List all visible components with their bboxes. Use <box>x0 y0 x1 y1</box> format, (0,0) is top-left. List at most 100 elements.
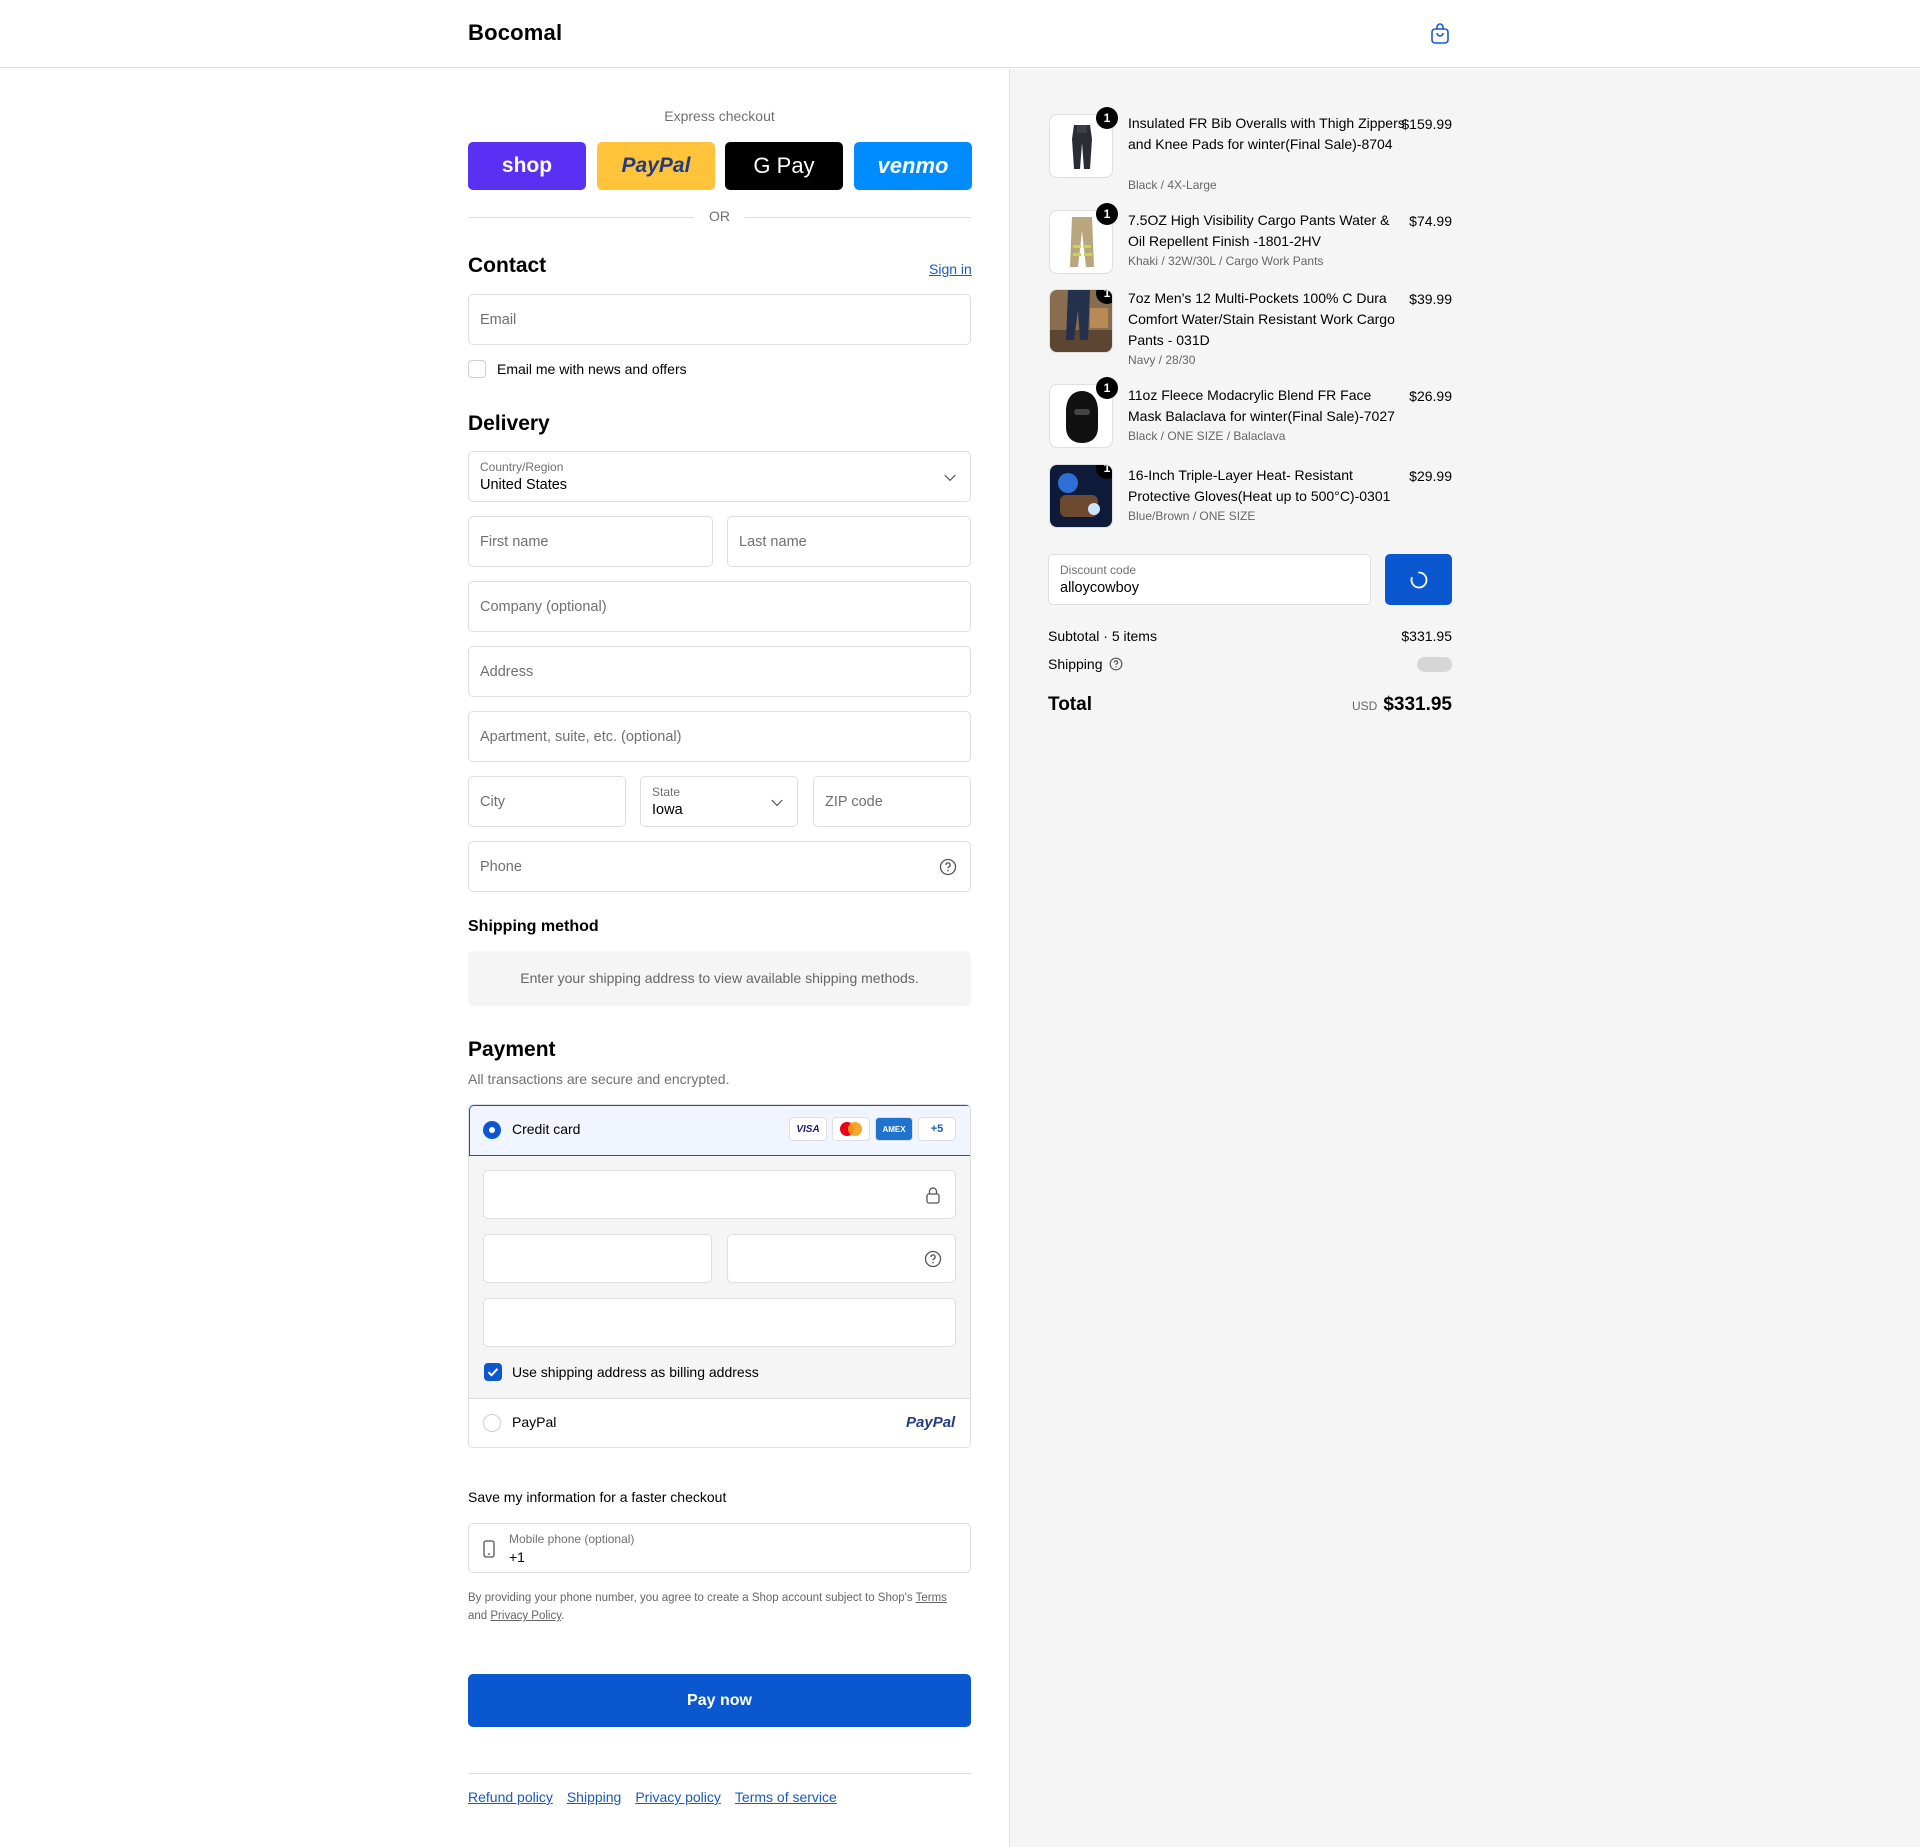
city-input[interactable]: City <box>468 776 626 827</box>
item-title: 7.5OZ High Visibility Cargo Pants Water … <box>1128 212 1390 249</box>
refund-policy-link[interactable]: Refund policy <box>468 1789 553 1805</box>
shop-disclaimer: By providing your phone number, you agre… <box>468 1589 971 1625</box>
country-value: United States <box>480 477 568 493</box>
phone-input[interactable]: Phone <box>468 841 971 892</box>
shopping-bag-icon[interactable] <box>1428 22 1452 46</box>
apartment-input[interactable]: Apartment, suite, etc. (optional) <box>468 711 971 762</box>
product-thumbnail: 1 <box>1049 464 1113 528</box>
quantity-badge: 1 <box>1096 203 1118 225</box>
pay-now-button[interactable]: Pay now <box>468 1674 971 1727</box>
address-input[interactable]: Address <box>468 646 971 697</box>
apartment-placeholder: Apartment, suite, etc. (optional) <box>480 728 682 745</box>
first-name-placeholder: First name <box>480 533 549 550</box>
disclaimer-and: and <box>468 1610 491 1622</box>
paypal-express-label: PayPal <box>621 154 691 177</box>
delivery-heading: Delivery <box>468 412 550 435</box>
item-price: $74.99 <box>1409 213 1452 229</box>
product-thumbnail: 1 <box>1049 203 1118 274</box>
item-price: $26.99 <box>1409 388 1452 404</box>
address-placeholder: Address <box>480 663 534 680</box>
news-checkbox-label: Email me with news and offers <box>497 361 687 377</box>
help-circle-icon[interactable] <box>924 1250 942 1268</box>
checkmark-icon <box>487 1368 499 1377</box>
zip-input[interactable]: ZIP code <box>813 776 971 827</box>
save-info-heading: Save my information for a faster checkou… <box>468 1489 727 1505</box>
shop-pay-button[interactable]: shop <box>468 142 586 190</box>
card-number-field[interactable] <box>483 1170 956 1219</box>
card-name-field[interactable] <box>483 1298 956 1347</box>
venmo-button[interactable]: venmo <box>854 142 972 190</box>
total-amount: USD $331.95 <box>1352 694 1452 716</box>
discount-code-input[interactable]: Discount code alloycowboy <box>1048 554 1371 605</box>
card-cvv-field[interactable] <box>727 1234 956 1283</box>
company-input[interactable]: Company (optional) <box>468 581 971 632</box>
privacy-policy-link[interactable]: Privacy policy <box>635 1789 721 1805</box>
item-title: 11oz Fleece Modacrylic Blend FR Face Mas… <box>1128 387 1395 424</box>
credit-card-label: Credit card <box>512 1121 581 1137</box>
item-variant: Black / ONE SIZE / Balaclava <box>1128 429 1286 443</box>
visa-text: VISA <box>796 1123 820 1135</box>
item-title: 16-Inch Triple-Layer Heat- Resistant Pro… <box>1128 467 1391 504</box>
item-variant: Khaki / 32W/30L / Cargo Work Pants <box>1128 254 1324 268</box>
store-logo[interactable]: Bocomal <box>468 20 562 46</box>
news-checkbox[interactable] <box>468 360 486 378</box>
apply-discount-button[interactable] <box>1385 554 1452 605</box>
paypal-express-button[interactable]: PayPal <box>597 142 715 190</box>
billing-checkbox[interactable] <box>484 1363 502 1381</box>
contact-heading: Contact <box>468 254 547 277</box>
sign-in-link[interactable]: Sign in <box>929 261 972 277</box>
more-cards-text: +5 <box>930 1123 944 1135</box>
shipping-method-message: Enter your shipping address to view avai… <box>520 970 919 986</box>
payment-heading: Payment <box>468 1038 556 1061</box>
phone-placeholder: Phone <box>480 858 522 875</box>
state-label: State <box>652 785 681 799</box>
card-expiry-field[interactable] <box>483 1234 712 1283</box>
google-pay-label: G Pay <box>753 153 815 178</box>
paypal-option-label: PayPal <box>512 1414 557 1430</box>
item-price: $39.99 <box>1409 291 1452 307</box>
mobile-phone-input[interactable]: Mobile phone (optional) +1 <box>468 1523 971 1573</box>
disclaimer-period: . <box>561 1610 565 1622</box>
payment-subtitle: All transactions are secure and encrypte… <box>468 1071 730 1087</box>
state-value: Iowa <box>652 802 683 818</box>
subtotal-value: $331.95 <box>1401 628 1452 644</box>
help-circle-icon[interactable] <box>939 858 957 876</box>
chevron-down-icon <box>771 794 783 806</box>
privacy-link[interactable]: Privacy Policy <box>490 1610 561 1622</box>
shipping-policy-link[interactable]: Shipping <box>567 1789 622 1805</box>
item-variant: Navy / 28/30 <box>1128 353 1196 367</box>
state-select[interactable]: State Iowa <box>640 776 798 827</box>
google-pay-button[interactable]: G Pay <box>725 142 843 190</box>
quantity-badge: 1 <box>1096 107 1118 129</box>
country-label: Country/Region <box>480 460 564 474</box>
loading-spinner-icon <box>1410 571 1428 589</box>
mobile-phone-label: Mobile phone (optional) <box>509 1532 635 1546</box>
express-checkout-title: Express checkout <box>664 108 775 124</box>
total-label: Total <box>1048 694 1092 715</box>
total-value: $331.95 <box>1383 694 1452 715</box>
item-title: 7oz Men's 12 Multi-Pockets 100% C Dura C… <box>1128 290 1395 348</box>
email-input[interactable]: Email <box>468 294 971 345</box>
discount-code-label: Discount code <box>1060 563 1137 577</box>
amex-text: AMEX <box>882 1124 906 1134</box>
shipping-label: Shipping <box>1048 656 1103 672</box>
lock-icon <box>926 1187 940 1204</box>
mastercard-icon <box>832 1117 870 1141</box>
terms-link[interactable]: Terms <box>916 1592 947 1604</box>
footer-links: Refund policy Shipping Privacy policy Te… <box>468 1789 837 1805</box>
first-name-input[interactable]: First name <box>468 516 713 567</box>
quantity-badge: 1 <box>1096 377 1118 399</box>
chevron-down-icon <box>944 469 956 481</box>
credit-card-radio[interactable] <box>483 1121 501 1139</box>
product-thumbnail: 1 <box>1049 377 1118 448</box>
terms-of-service-link[interactable]: Terms of service <box>735 1789 837 1805</box>
last-name-input[interactable]: Last name <box>727 516 971 567</box>
shipping-loading-placeholder <box>1417 657 1452 672</box>
help-circle-icon[interactable] <box>1109 657 1123 671</box>
item-title: Insulated FR Bib Overalls with Thigh Zip… <box>1128 115 1405 152</box>
country-select[interactable]: Country/Region United States <box>468 451 971 502</box>
amex-icon: AMEX <box>875 1117 913 1141</box>
paypal-radio[interactable] <box>483 1414 501 1432</box>
mobile-phone-value: +1 <box>509 1549 525 1565</box>
or-divider-text: OR <box>709 208 730 224</box>
